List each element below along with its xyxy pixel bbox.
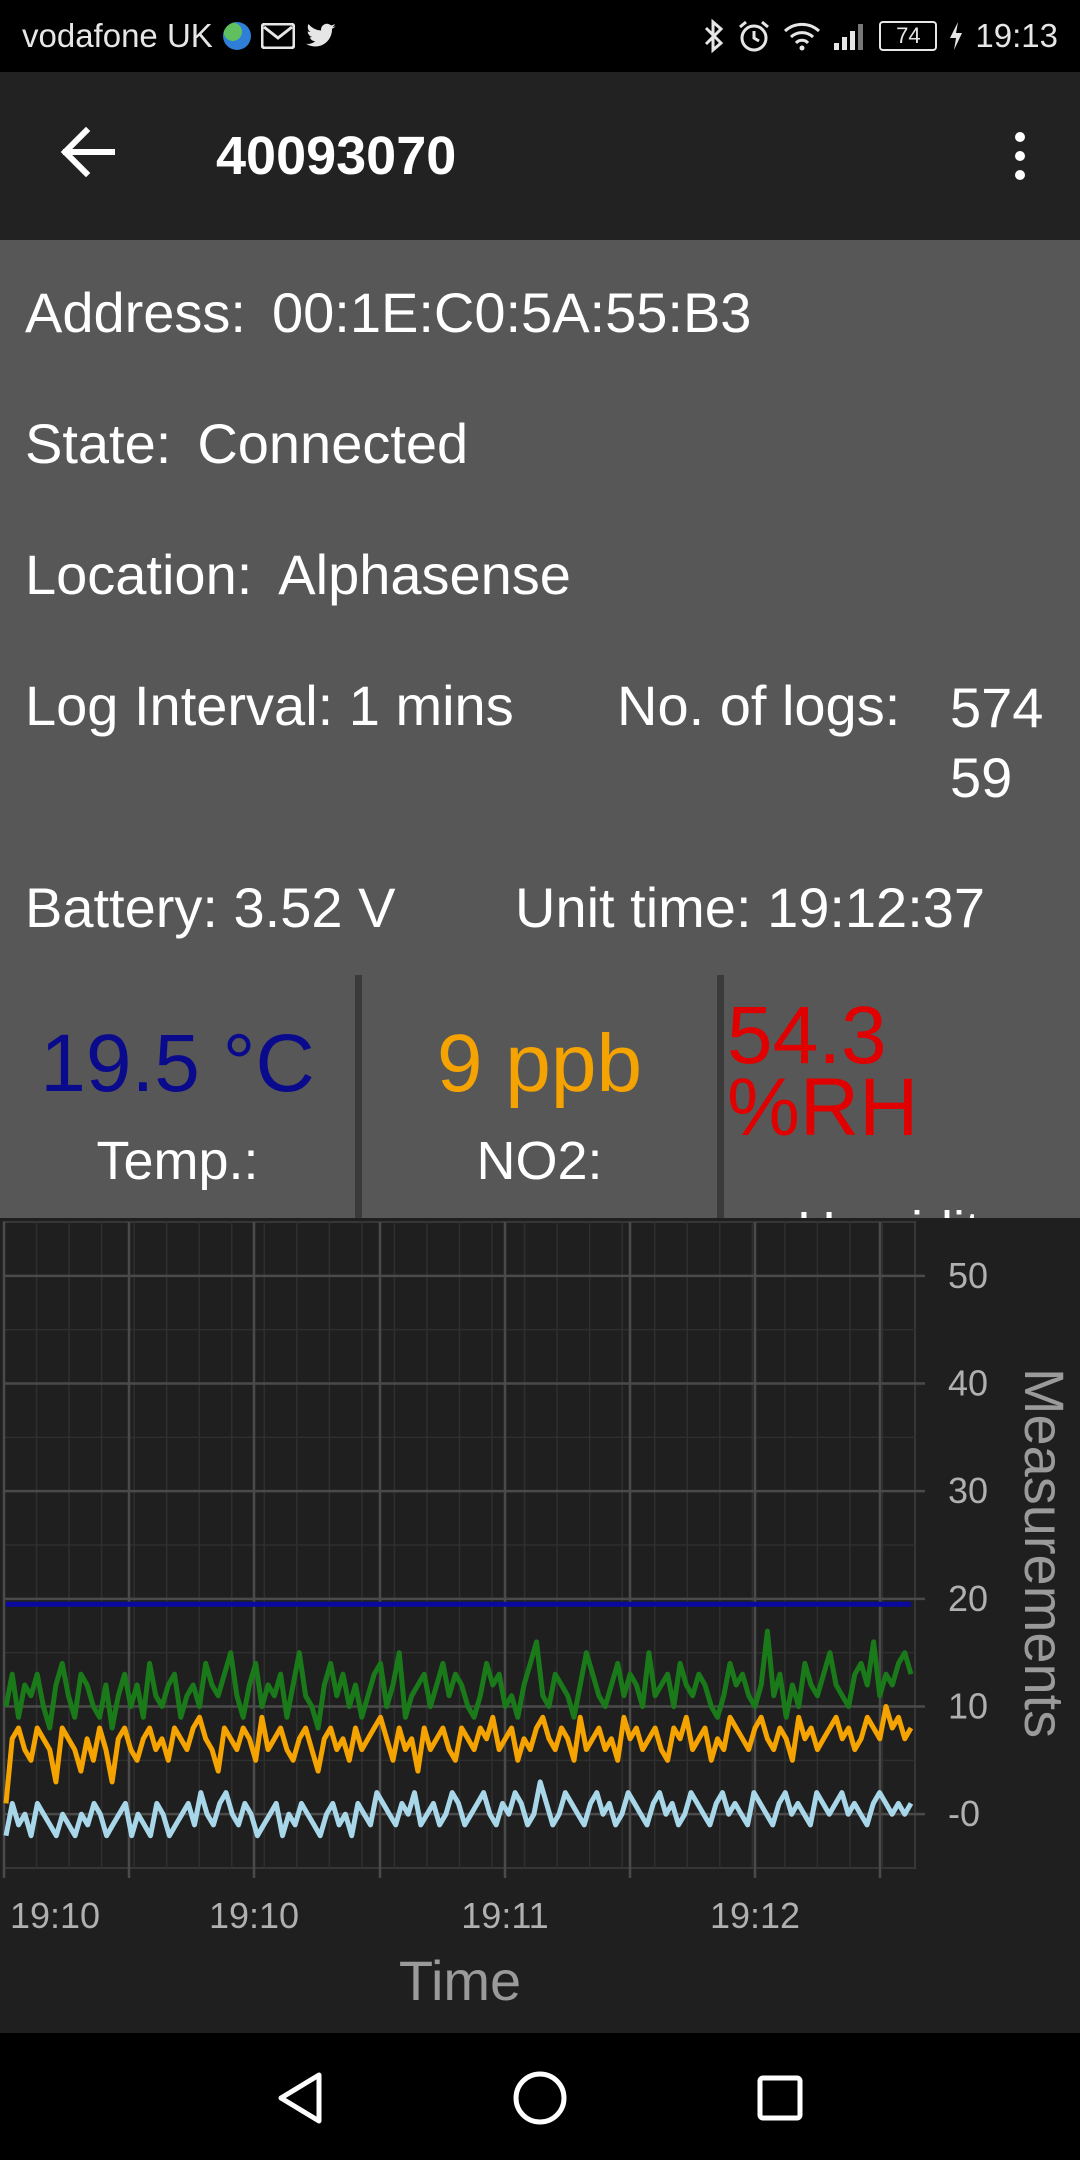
x-tick-label: 19:12 [710,1895,800,1936]
nav-home-button[interactable] [505,2063,575,2133]
more-vert-dot [1015,170,1025,180]
logs-count-value-line2: 59 [950,746,1013,809]
wifi-icon [783,21,821,51]
nav-home-icon [513,2071,567,2125]
nav-recents-button[interactable] [745,2063,815,2133]
battery-icon: 74 [879,21,938,51]
y-tick-label: 20 [948,1578,988,1619]
app-bar: 40093070 [0,72,1080,240]
more-vert-dot [1015,151,1025,161]
navigation-bar [0,2033,1080,2160]
humidity-label: Humidity [724,1200,1080,1218]
y-axis-label: Measurements [1013,1368,1076,1738]
status-left: vodafone UK [22,0,337,72]
state-label: State: [25,412,172,475]
gmail-icon [260,23,295,49]
no2-tile[interactable]: 9 ppb NO2: [362,975,717,1218]
nav-back-button[interactable] [265,2063,335,2133]
battery-level: 74 [896,23,921,48]
device-info-panel: Address: 00:1E:C0:5A:55:B3 State: Connecte… [0,240,1080,975]
humidity-value-unit: %RH [727,1062,919,1153]
temperature-value: 19.5 °C [40,1018,315,1109]
y-tick-label: -0 [948,1793,980,1834]
y-tick-label: 50 [948,1255,988,1296]
back-button[interactable] [48,112,128,192]
line-chart: 50 40 30 20 10 -0 19:10 19:10 19:11 19:12 Measur… [2,1221,1076,2012]
globe-icon [222,22,251,50]
battery-value: 3.52 V [233,876,396,939]
unit-time-row: Unit time: 19:12:37 [515,875,985,940]
carrier-label: vodafone UK [22,17,213,54]
page-title: 40093070 [216,126,457,186]
status-right: 74 19:13 [703,0,1058,72]
temperature-label: Temp.: [96,1131,259,1191]
x-tick-label: 19:11 [461,1895,548,1936]
logs-count-label: No. of logs: [617,674,901,737]
chart-grid [2,1221,925,1878]
y-tick-label: 10 [948,1686,988,1727]
humidity-value: 54.3 %RH [727,995,1080,1153]
measurement-tiles: 19.5 °C Temp.: 9 ppb NO2: 54.3 %RH Humid… [0,975,1080,1218]
bluetooth-icon [703,19,725,53]
x-axis-label: Time [399,1949,521,2012]
more-vert-icon [1015,132,1025,142]
state-row: State: Connected [25,411,468,476]
location-row: Location: Alphasense [25,542,571,607]
signal-icon [833,21,867,51]
state-value: Connected [197,412,469,475]
x-ticks: 19:10 19:10 19:11 19:12 [10,1895,800,1936]
charging-icon [949,21,963,51]
more-options-button[interactable] [990,116,1050,196]
y-tick-label: 40 [948,1363,988,1404]
alarm-icon [737,19,771,53]
location-value: Alphasense [278,543,571,606]
x-tick-label: 19:10 [10,1895,100,1936]
battery-row: Battery: 3.52 V [25,875,395,940]
address-value: 00:1E:C0:5A:55:B3 [272,281,752,344]
arrow-left-icon [60,127,115,177]
unit-time-value: 19:12:37 [767,876,986,939]
log-interval-label: Log Interval: [25,674,334,737]
battery-label: Battery: [25,876,218,939]
logs-count-value: 574 59 [950,673,1043,813]
x-tick-label: 19:10 [209,1895,299,1936]
humidity-tile[interactable]: 54.3 %RH Humidity [724,975,1080,1218]
clock: 19:13 [975,17,1058,54]
screen: vodafone UK 74 19:13 40093070 Address: 0… [0,0,1080,2160]
nav-recents-icon [757,2075,803,2121]
address-label: Address: [25,281,246,344]
log-interval-row: Log Interval: 1 mins [25,673,514,738]
log-interval-value: 1 mins [348,674,514,737]
no2-value: 9 ppb [436,1018,643,1109]
y-ticks: 50 40 30 20 10 -0 [948,1255,988,1834]
logs-count-value-line1: 574 [950,676,1044,739]
nav-back-icon [278,2072,322,2124]
address-row: Address: 00:1E:C0:5A:55:B3 [25,280,751,345]
temperature-tile[interactable]: 19.5 °C Temp.: [0,975,355,1218]
location-label: Location: [25,543,253,606]
measurement-chart[interactable]: 50 40 30 20 10 -0 19:10 19:10 19:11 19:12 Measur… [0,1218,1080,2033]
no2-label: NO2: [476,1131,603,1191]
unit-time-label: Unit time: [515,876,752,939]
y-tick-label: 30 [948,1470,988,1511]
status-bar: vodafone UK 74 19:13 [0,0,1080,72]
twitter-icon [305,22,337,50]
logs-count-row: No. of logs: [617,673,900,738]
